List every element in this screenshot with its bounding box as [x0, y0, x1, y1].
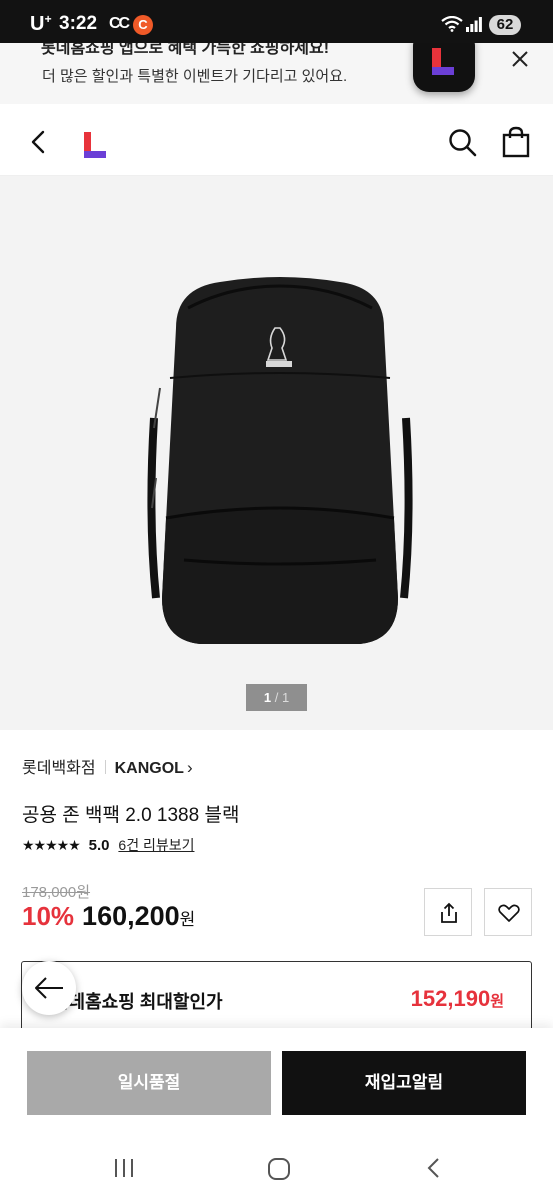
shopping-bag-icon[interactable]	[500, 125, 532, 159]
soldout-button[interactable]: 일시품절	[27, 1051, 271, 1115]
max-discount-price: 152,190원	[410, 986, 504, 1011]
battery-indicator: 62	[489, 15, 521, 35]
nav-back-icon[interactable]	[422, 1156, 446, 1180]
app-install-banner[interactable]: 롯데홈쇼핑 앱으로 혜택 가득한 쇼핑하세요! 더 많은 할인과 특별한 이벤트…	[0, 43, 553, 104]
banner-title: 롯데홈쇼핑 앱으로 혜택 가득한 쇼핑하세요!	[41, 43, 330, 57]
purchase-action-bar: 일시품절 재입고알림	[0, 1028, 553, 1136]
arrow-left-icon	[35, 977, 63, 999]
recent-apps-icon[interactable]	[112, 1156, 136, 1180]
status-bar: U+ 3:22 CC C 62	[0, 0, 553, 43]
cc-indicator: CC	[109, 15, 130, 32]
app-header	[0, 104, 553, 176]
price-line: 10% 160,200원	[22, 901, 195, 932]
max-discount-label: 롯데홈쇼핑 최대할인가	[52, 992, 223, 1012]
app-icon	[413, 43, 475, 92]
banner-subtitle: 더 많은 할인과 특별한 이벤트가 기다리고 있어요.	[42, 68, 348, 85]
logo-icon[interactable]	[79, 128, 109, 162]
restock-alert-button[interactable]: 재입고알림	[282, 1051, 526, 1115]
rating-row: ★★★★★ 5.0 6건 리뷰보기	[22, 835, 194, 855]
original-price: 178,000원	[22, 884, 91, 901]
currency-unit: 원	[179, 910, 196, 929]
rating-score: 5.0	[88, 837, 110, 854]
system-navigation-bar	[0, 1136, 553, 1200]
share-button[interactable]	[424, 888, 472, 936]
signal-icon	[466, 17, 482, 32]
floating-back-button[interactable]	[22, 961, 76, 1015]
wishlist-heart-icon	[498, 904, 520, 922]
close-icon[interactable]	[506, 45, 534, 73]
home-icon[interactable]	[266, 1156, 292, 1182]
back-icon[interactable]	[24, 127, 54, 157]
search-icon[interactable]	[446, 126, 478, 158]
share-icon	[441, 902, 457, 923]
brand-link[interactable]: KANGOL	[115, 760, 184, 777]
wishlist-button[interactable]	[484, 888, 532, 936]
product-image-gallery[interactable]: 1 / 1	[0, 176, 553, 730]
app-notification-badge: C	[133, 15, 153, 35]
brand-breadcrumb: 롯데백화점 KANGOL ›	[22, 754, 193, 778]
chevron-right-icon[interactable]: ›	[187, 758, 193, 778]
sale-price: 160,200	[82, 901, 180, 931]
divider	[104, 760, 106, 774]
discount-rate: 10%	[22, 901, 75, 931]
image-page-indicator: 1 / 1	[246, 684, 307, 711]
store-name: 롯데백화점	[22, 760, 96, 777]
review-link[interactable]: 6건 리뷰보기	[118, 837, 194, 853]
carrier-label: U+	[30, 12, 52, 35]
star-rating-icon: ★★★★★	[22, 837, 81, 853]
clock: 3:22	[59, 13, 98, 34]
wifi-icon	[441, 16, 463, 32]
backpack-product-image	[147, 277, 413, 644]
product-title: 공용 존 백팩 2.0 1388 블랙	[22, 805, 240, 826]
